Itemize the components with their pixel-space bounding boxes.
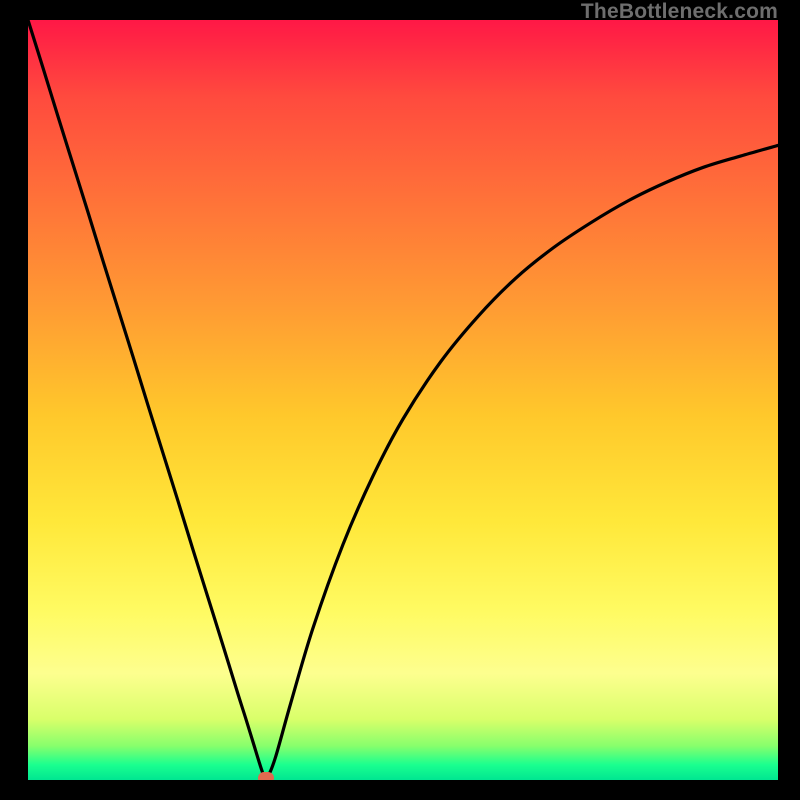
credit-text: TheBottleneck.com xyxy=(581,0,778,24)
chart-frame: TheBottleneck.com xyxy=(0,0,800,800)
optimal-point-marker xyxy=(258,772,274,780)
bottleneck-curve xyxy=(28,20,778,780)
plot-area xyxy=(28,20,778,780)
